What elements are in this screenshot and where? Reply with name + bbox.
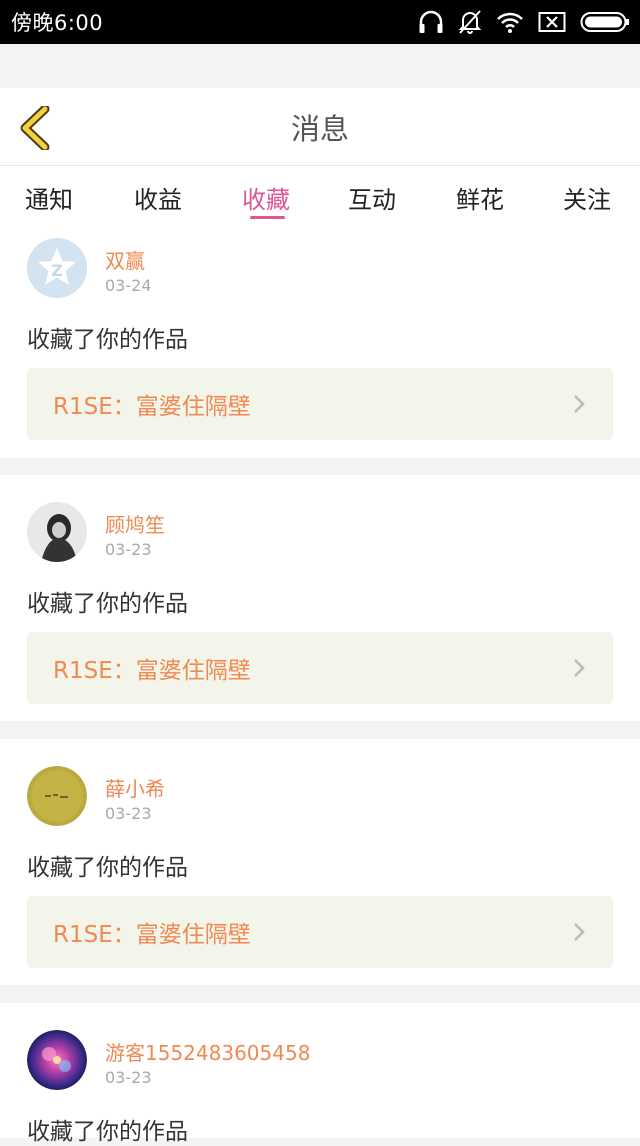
- work-link[interactable]: R1SE：富婆住隔壁: [27, 632, 613, 704]
- sim-off-icon: [538, 12, 566, 32]
- status-bar: 傍晚6:00: [0, 0, 640, 44]
- message-card: 游客1552483605458 03-23 收藏了你的作品: [0, 1003, 640, 1145]
- message-date: 03-23: [105, 1068, 152, 1087]
- tab-notifications[interactable]: 通知: [25, 166, 73, 228]
- message-date: 03-23: [105, 540, 152, 559]
- qzone-logo-icon: Z: [27, 238, 87, 298]
- tab-earnings[interactable]: 收益: [134, 166, 182, 228]
- tab-interactions[interactable]: 互动: [348, 166, 396, 228]
- galaxy-avatar-icon: [27, 1030, 87, 1090]
- user-photo-icon: [27, 502, 87, 562]
- user-name[interactable]: 薛小希: [105, 773, 165, 802]
- avatar[interactable]: [27, 1030, 87, 1090]
- message-card: 薛小希 03-23 收藏了你的作品 R1SE：富婆住隔壁: [0, 739, 640, 985]
- work-title: R1SE：富婆住隔壁: [53, 658, 251, 684]
- svg-text:Z: Z: [51, 261, 63, 280]
- headphones-icon: [419, 10, 443, 33]
- message-card: 顾鸠笙 03-23 收藏了你的作品 R1SE：富婆住隔壁: [0, 475, 640, 721]
- chevron-right-icon: [574, 659, 585, 677]
- user-name[interactable]: 游客1552483605458: [105, 1037, 310, 1066]
- work-title: R1SE：富婆住隔壁: [53, 394, 251, 420]
- avatar[interactable]: [27, 766, 87, 826]
- active-tab-indicator: [250, 216, 285, 219]
- tab-follows[interactable]: 关注: [563, 166, 611, 228]
- avatar[interactable]: Z: [27, 238, 87, 298]
- mute-bell-icon: [458, 10, 482, 34]
- yellow-note-icon: [27, 766, 87, 826]
- message-date: 03-24: [105, 276, 152, 295]
- status-time: 傍晚6:00: [11, 11, 104, 35]
- action-text: 收藏了你的作品: [27, 591, 188, 617]
- user-name[interactable]: 双赢: [105, 245, 145, 274]
- chevron-right-icon: [574, 395, 585, 413]
- work-link[interactable]: R1SE：富婆住隔壁: [27, 368, 613, 440]
- action-text: 收藏了你的作品: [27, 327, 188, 353]
- status-icons: [418, 9, 630, 35]
- chevron-right-icon: [574, 923, 585, 941]
- work-link[interactable]: R1SE：富婆住隔壁: [27, 896, 613, 968]
- action-text: 收藏了你的作品: [27, 855, 188, 881]
- work-title: R1SE：富婆住隔壁: [53, 922, 251, 948]
- avatar[interactable]: [27, 502, 87, 562]
- message-date: 03-23: [105, 804, 152, 823]
- message-card: Z 双赢 03-24 收藏了你的作品 R1SE：富婆住隔壁: [0, 228, 640, 458]
- wifi-icon: [497, 12, 523, 33]
- header-bar: 消息: [0, 88, 640, 166]
- page-title: 消息: [290, 112, 349, 146]
- user-name[interactable]: 顾鸠笙: [105, 509, 165, 538]
- tab-bar: 通知 收益 收藏 互动 鲜花 关注: [0, 166, 640, 228]
- tab-flowers[interactable]: 鲜花: [456, 166, 504, 228]
- battery-icon: [580, 12, 629, 32]
- action-text: 收藏了你的作品: [27, 1119, 188, 1145]
